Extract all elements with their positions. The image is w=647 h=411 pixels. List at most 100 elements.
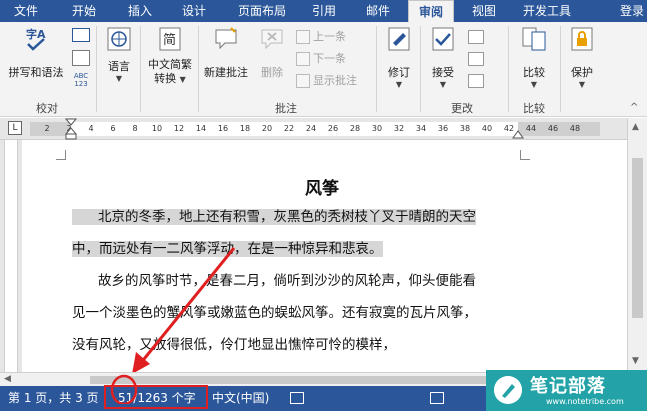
delete-comment-button[interactable]: 删除 bbox=[252, 26, 292, 80]
comments-group-label: 批注 bbox=[275, 102, 297, 115]
show-comments-button[interactable]: 显示批注 bbox=[296, 72, 357, 90]
chevron-down-icon: ▼ bbox=[578, 80, 586, 89]
margin-corner-mark bbox=[56, 150, 66, 160]
track-changes-icon bbox=[388, 27, 410, 51]
ruler-tick: 18 bbox=[239, 124, 251, 133]
watermark-url: www.notetribe.com bbox=[546, 397, 624, 406]
document-title[interactable]: 风筝 bbox=[22, 174, 622, 199]
document-page[interactable]: 风筝 北京的冬季，地上还有积雪，灰黑色的秃树枝丫叉于晴朗的天空 中，而远处有一二… bbox=[22, 140, 627, 374]
chinese-conversion-label-2: 转换 bbox=[154, 72, 177, 85]
next-comment-button[interactable]: 下一条 bbox=[296, 50, 346, 68]
paragraph-line[interactable]: 北京的冬季，地上还有积雪，灰黑色的秃树枝丫叉于晴朗的天空 bbox=[72, 206, 476, 228]
compare-label: 比较 bbox=[523, 66, 545, 79]
previous-change-icon[interactable] bbox=[468, 52, 484, 66]
watermark: 笔记部落 www.notetribe.com bbox=[486, 370, 647, 411]
read-mode-icon[interactable] bbox=[430, 392, 444, 404]
language-button[interactable]: 语言 ▼ bbox=[100, 26, 138, 83]
ruler-tick: 44 bbox=[525, 124, 537, 133]
ruler-tick: 48 bbox=[569, 124, 581, 133]
tab-mailings[interactable]: 邮件 bbox=[356, 0, 400, 22]
tab-developer[interactable]: 开发工具 bbox=[512, 0, 582, 22]
ribbon-tab-bar: 文件 开始 插入 设计 页面布局 引用 邮件 审阅 视图 开发工具 登录 bbox=[0, 0, 647, 23]
ruler-tick: 20 bbox=[261, 124, 273, 133]
scroll-up-icon[interactable]: ▲ bbox=[632, 122, 639, 132]
scroll-left-icon[interactable]: ◀ bbox=[4, 374, 11, 384]
show-comments-icon bbox=[296, 74, 310, 88]
accept-label: 接受 bbox=[432, 66, 454, 79]
ruler-tick: 2 bbox=[44, 124, 50, 133]
spelling-icon: 字A bbox=[26, 27, 46, 51]
previous-comment-icon bbox=[296, 30, 310, 44]
scroll-thumb[interactable] bbox=[632, 158, 643, 318]
ruler-tick: 26 bbox=[327, 124, 339, 133]
ruler-tick: 38 bbox=[459, 124, 471, 133]
spelling-grammar-button[interactable]: 字A 拼写和语法 bbox=[4, 26, 68, 80]
new-comment-icon bbox=[215, 27, 237, 50]
ribbon-separator bbox=[560, 26, 561, 112]
tab-references[interactable]: 引用 bbox=[302, 0, 346, 22]
tab-file[interactable]: 文件 bbox=[0, 0, 52, 22]
track-changes-button[interactable]: 修订 ▼ bbox=[380, 26, 418, 89]
previous-comment-button[interactable]: 上一条 bbox=[296, 28, 346, 46]
tab-home[interactable]: 开始 bbox=[62, 0, 106, 22]
protect-label: 保护 bbox=[571, 66, 593, 79]
delete-comment-label: 删除 bbox=[261, 66, 283, 79]
research-icon[interactable] bbox=[72, 50, 90, 66]
ruler-tick: 40 bbox=[481, 124, 493, 133]
ruler-tick: 32 bbox=[393, 124, 405, 133]
ruler-tick: 22 bbox=[283, 124, 295, 133]
accept-icon bbox=[432, 27, 454, 51]
tab-insert[interactable]: 插入 bbox=[118, 0, 162, 22]
language-label: 语言 bbox=[108, 60, 130, 73]
chinese-conversion-label-1: 中文简繁 bbox=[148, 58, 192, 71]
ruler-tick: 12 bbox=[173, 124, 185, 133]
page-count[interactable]: 第 1 页，共 3 页 bbox=[8, 386, 99, 411]
chevron-down-icon: ▼ bbox=[179, 75, 186, 84]
language-status[interactable]: 中文(中国) bbox=[212, 386, 269, 411]
tab-view[interactable]: 视图 bbox=[462, 0, 506, 22]
vertical-ruler bbox=[0, 140, 22, 372]
ruler-tick: 24 bbox=[305, 124, 317, 133]
word-count-icon[interactable]: ABC 123 bbox=[70, 72, 92, 88]
ruler-tick: 10 bbox=[151, 124, 163, 133]
chinese-conversion-button[interactable]: 简 中文简繁 转换 ▼ bbox=[142, 26, 198, 87]
protect-button[interactable]: 保护 ▼ bbox=[562, 26, 602, 89]
accept-button[interactable]: 接受 ▼ bbox=[424, 26, 462, 89]
selected-text[interactable]: 北京的冬季，地上还有积雪，灰黑色的秃树枝丫叉于晴朗的天空 bbox=[72, 209, 476, 225]
watermark-name: 笔记部落 bbox=[530, 376, 606, 397]
ruler-tick: 36 bbox=[437, 124, 449, 133]
next-comment-label: 下一条 bbox=[313, 52, 346, 65]
ribbon-separator bbox=[420, 26, 421, 112]
thesaurus-icon[interactable] bbox=[72, 28, 90, 42]
chinese-conversion-icon: 简 bbox=[159, 27, 181, 51]
ruler-tick: 8 bbox=[132, 124, 138, 133]
vertical-ruler-track bbox=[4, 140, 18, 372]
show-comments-label: 显示批注 bbox=[313, 74, 357, 87]
ribbon-separator bbox=[198, 26, 199, 112]
track-changes-label: 修订 bbox=[388, 66, 410, 79]
compare-icon bbox=[522, 27, 546, 51]
next-change-icon[interactable] bbox=[468, 74, 484, 88]
ruler-tick: 14 bbox=[195, 124, 207, 133]
indent-marker-icon[interactable] bbox=[64, 118, 78, 140]
scroll-down-icon[interactable]: ▼ bbox=[632, 356, 639, 366]
login-link[interactable]: 登录 bbox=[617, 0, 647, 22]
ruler-tick: 28 bbox=[349, 124, 361, 133]
compare-button[interactable]: 比较 ▼ bbox=[512, 26, 556, 89]
new-comment-button[interactable]: 新建批注 bbox=[200, 26, 252, 80]
tab-stop-selector[interactable]: L bbox=[8, 121, 22, 135]
chevron-down-icon: ▼ bbox=[395, 80, 403, 89]
right-indent-marker-icon[interactable] bbox=[512, 126, 524, 140]
reject-icon[interactable] bbox=[468, 30, 484, 44]
macro-record-icon[interactable] bbox=[290, 392, 304, 404]
vertical-scrollbar[interactable]: ▲ ▼ bbox=[627, 118, 647, 372]
chevron-down-icon: ▼ bbox=[115, 74, 123, 83]
annotation-circle bbox=[110, 374, 138, 404]
tab-review[interactable]: 审阅 bbox=[408, 0, 454, 23]
changes-group-label: 更改 bbox=[451, 102, 473, 115]
tab-layout[interactable]: 页面布局 bbox=[226, 0, 298, 22]
ruler-tick: 34 bbox=[415, 124, 427, 133]
tab-design[interactable]: 设计 bbox=[172, 0, 216, 22]
collapse-ribbon-icon[interactable]: ^ bbox=[630, 102, 638, 113]
ruler-tick: 4 bbox=[88, 124, 94, 133]
